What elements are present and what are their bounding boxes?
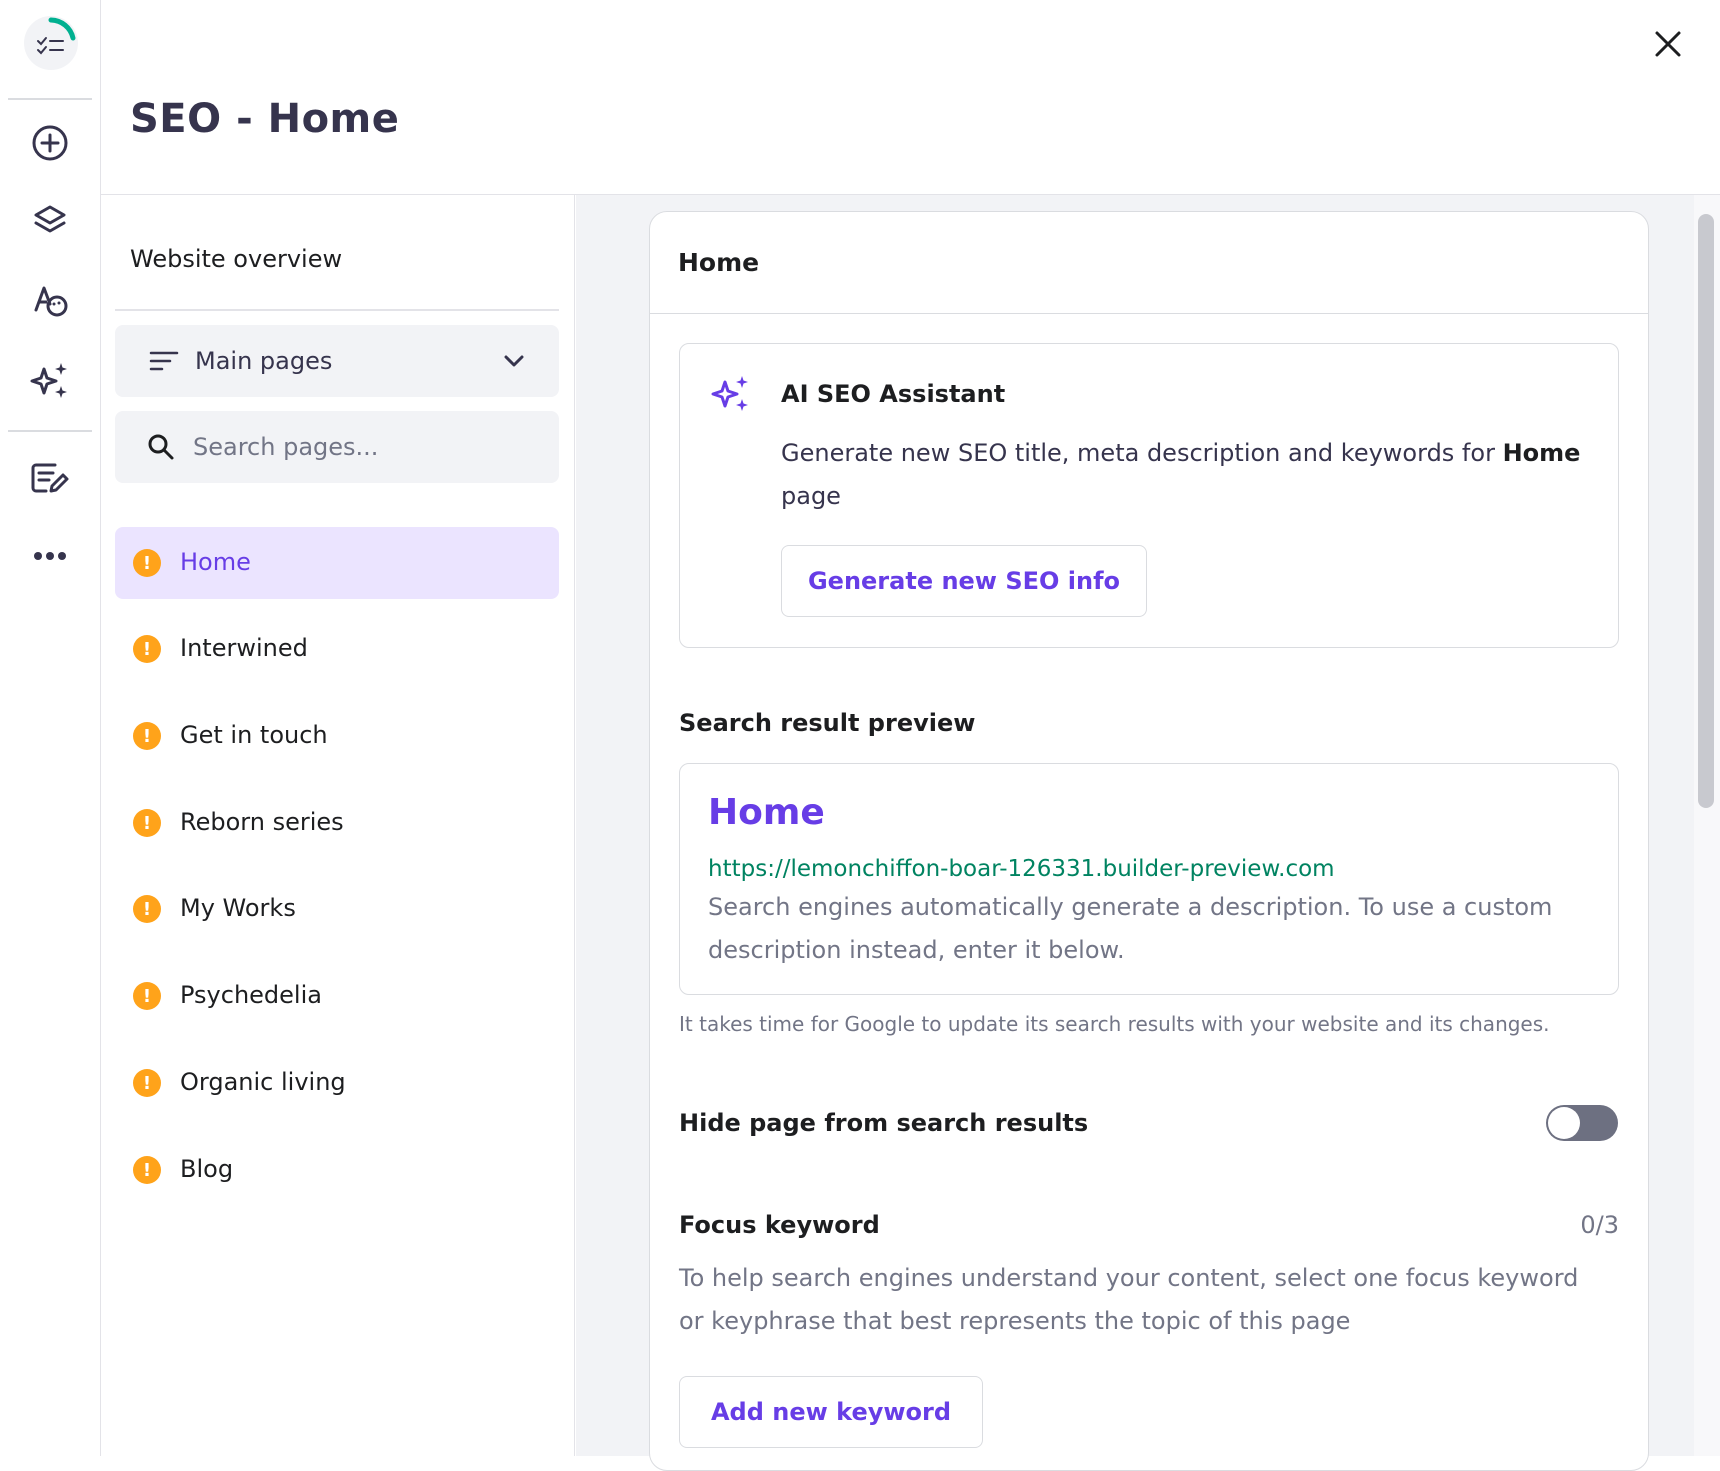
page-item-interwined[interactable]: ! Interwined: [115, 613, 559, 685]
generate-seo-info-button[interactable]: Generate new SEO info: [781, 545, 1147, 617]
page-filter-dropdown[interactable]: Main pages: [115, 325, 559, 397]
ai-sparkle-icon: [711, 376, 748, 411]
hide-page-label: Hide page from search results: [679, 1109, 1089, 1137]
seo-settings-card: Home AI SEO Assistant Generate new SEO t…: [649, 211, 1649, 1471]
warning-icon: !: [133, 1069, 161, 1097]
layers-button[interactable]: [22, 193, 78, 249]
overview-divider: [115, 309, 559, 311]
ai-tools-icon: [30, 363, 67, 398]
search-icon: [148, 434, 174, 460]
page-item-label: My Works: [180, 894, 296, 922]
blog-edit-button[interactable]: [22, 450, 78, 506]
page-item-label: Psychedelia: [180, 981, 322, 1009]
page-item-get-in-touch[interactable]: ! Get in touch: [115, 700, 559, 772]
add-icon: [32, 125, 68, 161]
add-element-button[interactable]: [22, 115, 78, 171]
google-update-note: It takes time for Google to update its s…: [679, 1012, 1550, 1036]
warning-icon: !: [133, 635, 161, 663]
page-item-label: Get in touch: [180, 721, 328, 749]
website-overview-link[interactable]: Website overview: [130, 245, 342, 273]
panel-gutter: [576, 195, 604, 1456]
preview-description: Search engines automatically generate a …: [708, 893, 1553, 964]
page-item-label: Reborn series: [180, 808, 344, 836]
more-button[interactable]: [22, 528, 78, 584]
ai-assistant-description: Generate new SEO title, meta description…: [781, 432, 1581, 518]
warning-icon: !: [133, 982, 161, 1010]
hide-page-toggle[interactable]: [1546, 1105, 1618, 1141]
search-pages-input[interactable]: [193, 427, 533, 467]
page-item-reborn-series[interactable]: ! Reborn series: [115, 787, 559, 859]
warning-icon: !: [133, 722, 161, 750]
filter-icon: [149, 351, 179, 371]
left-rail: [0, 0, 101, 1456]
focus-keyword-title: Focus keyword: [679, 1211, 880, 1239]
checklist-progress-icon[interactable]: [24, 16, 78, 70]
ai-desc-suffix: page: [781, 482, 841, 510]
layers-icon: [34, 205, 66, 233]
page-item-psychedelia[interactable]: ! Psychedelia: [115, 960, 559, 1032]
keyword-counter: 0/3: [1580, 1211, 1619, 1239]
styles-icon: [34, 286, 68, 317]
card-title: Home: [678, 248, 760, 277]
add-keyword-button[interactable]: Add new keyword: [679, 1376, 983, 1448]
ai-desc-page-name: Home: [1502, 439, 1581, 467]
page-item-my-works[interactable]: ! My Works: [115, 873, 559, 945]
page-title: SEO - Home: [130, 96, 400, 142]
page-item-label: Blog: [180, 1155, 234, 1183]
warning-icon: !: [133, 1156, 161, 1184]
search-pages-field: [115, 411, 559, 483]
styles-button[interactable]: [22, 272, 78, 328]
close-icon: [1655, 31, 1681, 57]
ai-tools-button[interactable]: [22, 352, 78, 408]
preview-url: https://lemonchiffon-boar-126331.builder…: [708, 856, 1335, 882]
warning-icon: !: [133, 895, 161, 923]
rail-divider: [8, 98, 92, 100]
card-divider: [650, 313, 1648, 314]
rail-divider: [8, 430, 92, 432]
page-item-blog[interactable]: ! Blog: [115, 1134, 559, 1206]
blog-edit-icon: [31, 463, 69, 493]
scrollbar-thumb[interactable]: [1698, 214, 1714, 808]
ai-seo-assistant-box: AI SEO Assistant Generate new SEO title,…: [679, 343, 1619, 648]
search-preview-title: Search result preview: [679, 709, 976, 737]
pages-panel: Website overview Main pages ! Home ! Int…: [101, 195, 575, 1456]
more-icon: [34, 552, 66, 560]
dropdown-selected-label: Main pages: [195, 347, 333, 375]
warning-icon: !: [133, 809, 161, 837]
chevron-down-icon: [504, 355, 524, 367]
page-item-organic-living[interactable]: ! Organic living: [115, 1047, 559, 1119]
page-item-label: Home: [180, 548, 251, 576]
preview-page-title: Home: [708, 792, 825, 833]
toggle-knob: [1548, 1107, 1580, 1139]
page-item-home[interactable]: ! Home: [115, 527, 559, 599]
warning-icon: !: [133, 549, 161, 577]
ai-desc-text: Generate new SEO title, meta description…: [781, 439, 1503, 467]
page-item-label: Organic living: [180, 1068, 346, 1096]
search-result-preview: Home https://lemonchiffon-boar-126331.bu…: [679, 763, 1619, 995]
focus-keyword-description: To help search engines understand your c…: [679, 1264, 1579, 1335]
page-item-label: Interwined: [180, 634, 308, 662]
close-button[interactable]: [1644, 20, 1692, 68]
ai-assistant-title: AI SEO Assistant: [781, 380, 1006, 408]
